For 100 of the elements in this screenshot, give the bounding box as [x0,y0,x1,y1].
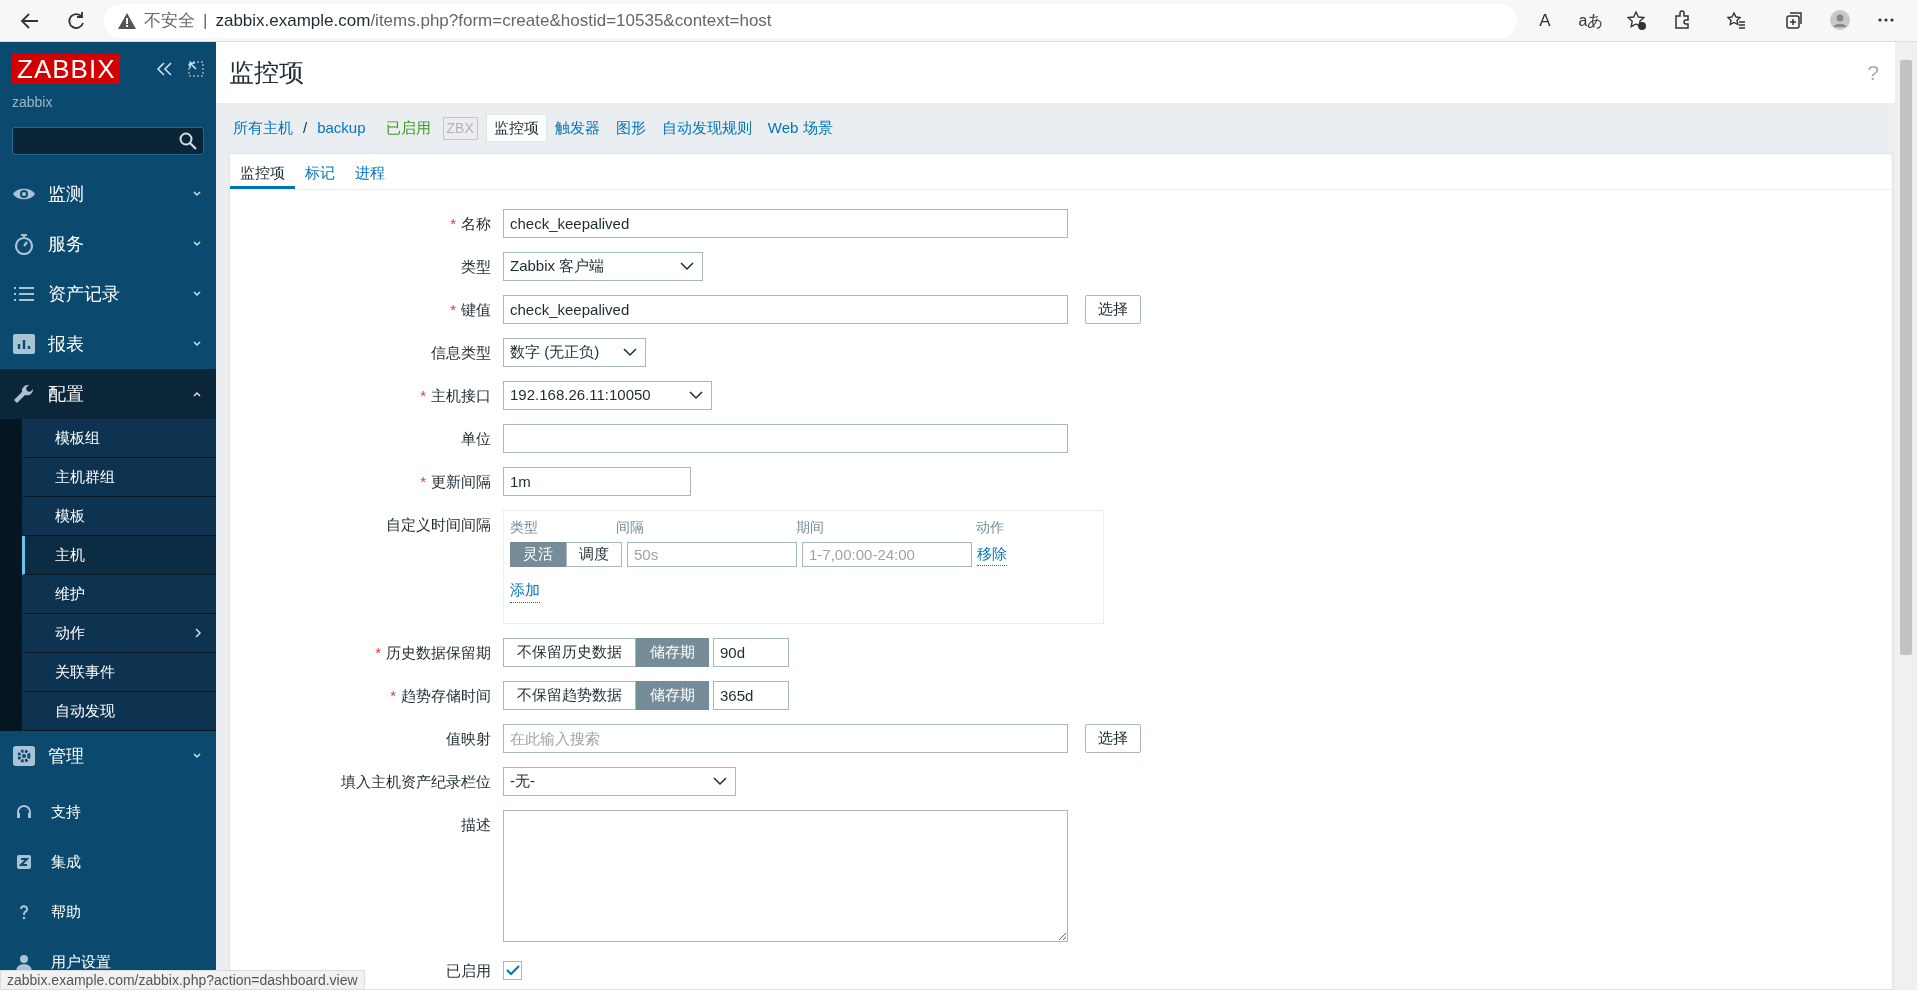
chevron-down-icon [623,348,637,357]
field-label: * 更新间隔 [419,472,491,492]
scrollbar-thumb[interactable] [1900,60,1912,655]
toggle-button[interactable]: 调度 [566,542,622,567]
back-icon[interactable] [20,10,40,31]
sidebar-link[interactable]: 支持 [0,787,216,837]
select-button[interactable]: 选择 [1085,295,1141,324]
search-field[interactable] [12,127,204,155]
breadcrumb-link[interactable]: 所有主机 [233,116,293,140]
field-label: * 主机接口 [419,386,491,406]
column-header: 期间 [796,518,825,537]
text-input[interactable]: 365d [713,681,789,710]
breadcrumb-link[interactable]: backup [317,116,366,140]
kiosk-icon[interactable] [188,61,204,77]
menu-item[interactable]: 报表 [0,319,216,369]
chevron-right-icon [194,628,202,638]
submenu-item[interactable]: 模板 [22,497,216,536]
translate-button[interactable]: aあ [1578,8,1604,33]
chevron-down-icon [680,262,694,271]
toggle-button[interactable]: 不保留趋势数据 [503,681,636,710]
security-label: 不安全 [144,9,195,32]
sidebar-link[interactable]: 集成 [0,837,216,887]
submenu-item[interactable]: 主机 [22,536,216,575]
field-label: * 历史数据保留期 [374,643,491,663]
address-separator: | [203,9,208,32]
gear-icon [12,745,36,767]
select-field[interactable]: Zabbix 客户端 [503,252,703,281]
user-icon [15,953,33,971]
remove-link[interactable]: 移除 [977,542,1007,567]
chevron-down-icon [192,240,202,248]
check-icon [505,965,520,976]
submenu-item[interactable]: 模板组 [22,419,216,458]
menu-item[interactable]: 资产记录 [0,269,216,319]
page-title: 监控项 [229,56,304,88]
chevron-down-icon [192,340,202,348]
url-tooltip: zabbix.example.com/zabbix.php?action=dashboard.view [0,970,365,990]
chevron-down-icon [192,752,202,760]
text-input[interactable]: 1m [503,467,691,496]
field-label: 单位 [460,429,491,449]
submenu-item[interactable]: 维护 [22,575,216,614]
text-input[interactable]: check_keepalived [503,295,1068,324]
chevron-down-icon [192,190,202,198]
stopwatch-icon [12,233,36,255]
select-field[interactable]: -无- [503,767,736,796]
logo[interactable]: ZABBIX [12,54,121,84]
text-input[interactable] [503,424,1068,453]
submenu-item[interactable]: 动作 [22,614,216,653]
integration-icon [15,853,33,871]
search-icon [179,132,197,150]
menu-item[interactable]: 管理 [0,731,216,781]
submenu-item[interactable]: 关联事件 [22,653,216,692]
avatar-icon[interactable] [1830,9,1852,32]
column-header: 间隔 [616,518,645,537]
warning-icon [118,12,136,29]
text-input[interactable]: 在此输入搜索 [503,724,1068,753]
field-label: 值映射 [445,729,491,749]
select-button[interactable]: 选择 [1085,724,1141,753]
form-tab[interactable]: 进程 [345,154,395,189]
select-field[interactable]: 192.168.26.11:10050 [503,381,712,410]
form-tab[interactable]: 监控项 [230,154,295,189]
bar-chart-icon [12,333,36,355]
description-field[interactable] [503,810,1068,942]
select-field[interactable]: 数字 (无正负) [503,338,646,367]
read-aloud-button[interactable]: A [1539,7,1551,34]
nav-tab[interactable]: 监控项 [485,113,547,143]
chevron-down-icon [689,391,703,400]
toggle-button[interactable]: 不保留历史数据 [503,638,636,667]
field-label: 描述 [460,815,491,835]
submenu-item[interactable]: 主机群组 [22,458,216,497]
nav-tab[interactable]: Web 场景 [759,113,841,143]
refresh-icon[interactable] [66,10,86,31]
menu-item[interactable]: 服务 [0,219,216,269]
collapse-icon[interactable] [156,61,174,77]
nav-tab[interactable]: 图形 [607,113,654,143]
headset-icon [15,803,33,821]
address-bar[interactable]: 不安全 | zabbix.example.com/items.php?form=create&hostid=10535&context=host [104,3,1517,38]
nav-tab[interactable]: 触发器 [546,113,608,143]
text-input[interactable]: 90d [713,638,789,667]
chevron-up-icon [192,390,202,398]
field-label: 信息类型 [430,343,491,363]
field-label: * 键值 [449,300,491,320]
wrench-icon [12,383,36,405]
menu-item[interactable]: 监测 [0,169,216,219]
favorite-add-icon[interactable] [1626,9,1648,32]
checkbox[interactable] [503,961,522,980]
menu-item[interactable]: 配置 [0,369,216,419]
sidebar-link[interactable]: 帮助 [0,887,216,937]
column-header: 类型 [510,518,539,537]
favorites-icon[interactable] [1726,9,1748,32]
form-tab[interactable]: 标记 [295,154,345,189]
url-text: zabbix.example.com/items.php?form=create&hostid=10535&context=host [215,9,772,32]
server-name: zabbix [11,93,54,112]
agent-badge: ZBX [442,116,478,140]
add-link[interactable]: 添加 [510,579,540,603]
nav-tab[interactable]: 自动发现规则 [653,113,760,143]
period-input[interactable]: 1-7,00:00-24:00 [802,542,972,567]
field-label: 类型 [460,257,491,277]
submenu-item[interactable]: 自动发现 [22,692,216,731]
text-input[interactable]: check_keepalived [503,209,1068,238]
interval-input[interactable]: 50s [627,542,797,567]
